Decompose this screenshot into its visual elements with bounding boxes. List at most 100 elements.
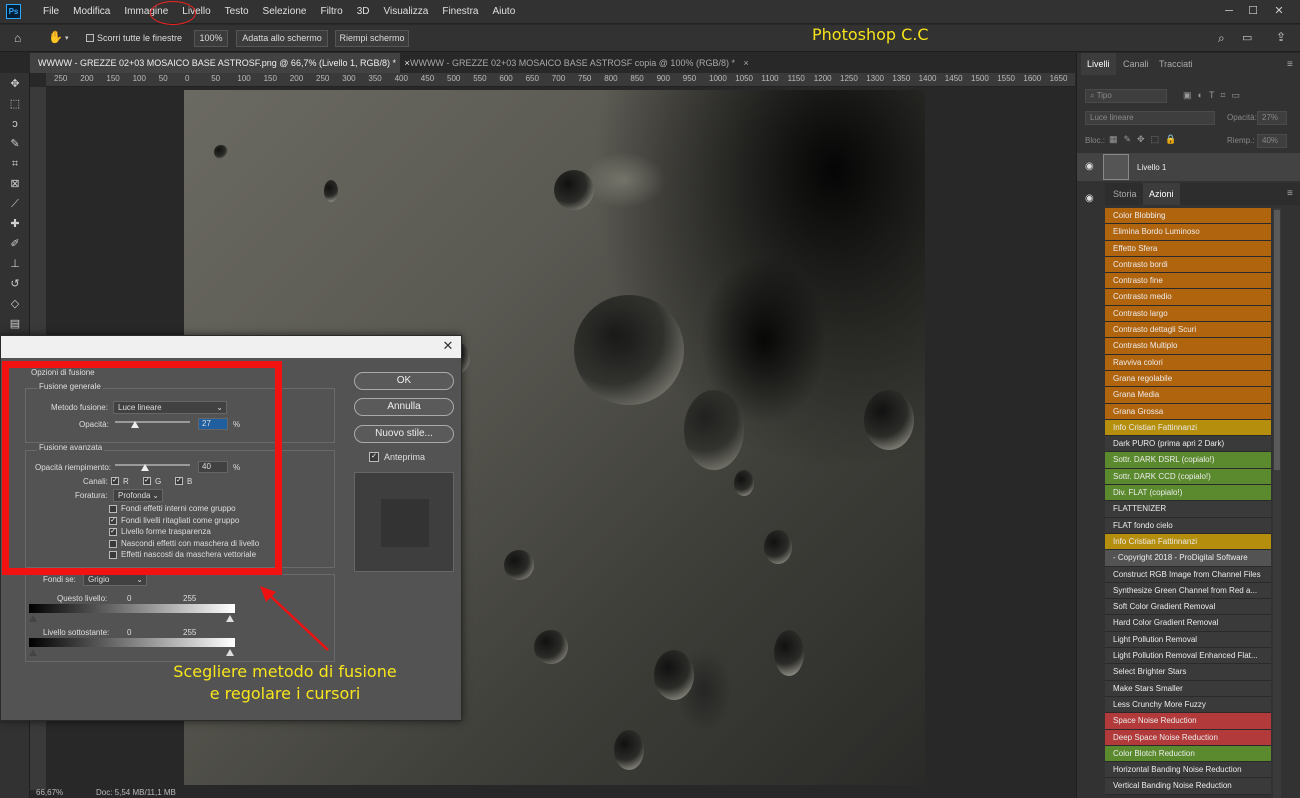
action-item[interactable]: Contrasto medio (1105, 289, 1271, 306)
blend-mode-select[interactable]: Luce lineare (1085, 111, 1215, 125)
action-item[interactable]: FLAT fondo cielo (1105, 517, 1271, 534)
tab-document-1[interactable]: WWWW - GREZZE 02+03 MOSAICO BASE ASTROSF… (30, 53, 410, 73)
maximize-icon[interactable]: ☐ (1242, 2, 1264, 20)
menu-item-finestra[interactable]: Finestra (435, 0, 485, 24)
eraser-tool-icon[interactable]: ◇ (8, 297, 22, 311)
action-item[interactable]: Sottr. DARK DSRL (copialo!) (1105, 452, 1271, 469)
tab-history[interactable]: Storia (1107, 183, 1143, 205)
fit-screen-button[interactable]: Adatta allo schermo (236, 30, 328, 47)
marquee-tool-icon[interactable]: ⬚ (8, 97, 22, 111)
action-item[interactable]: Color Blobbing (1105, 208, 1271, 225)
action-item[interactable]: Contrasto largo (1105, 305, 1271, 323)
panel-menu-icon[interactable]: ≡ (1287, 188, 1293, 199)
search-icon[interactable]: ⌕ (1218, 31, 1225, 46)
tab-layers[interactable]: Livelli (1081, 53, 1116, 75)
layer-kind-filter[interactable]: ⌕ Tipo (1085, 89, 1167, 103)
action-item[interactable]: Light Pollution Removal (1105, 631, 1271, 649)
chevron-down-icon[interactable]: ▾ (65, 34, 69, 42)
menu-item-filtro[interactable]: Filtro (313, 0, 349, 24)
action-item[interactable]: Soft Color Gradient Removal (1105, 599, 1271, 616)
gradient-tool-icon[interactable]: ▤ (8, 317, 22, 331)
action-item[interactable]: Make Stars Smaller (1105, 680, 1271, 697)
action-item[interactable]: Horizontal Banding Noise Reduction (1105, 762, 1271, 779)
action-item[interactable]: Info Cristian Fattinnanzi (1105, 419, 1271, 437)
action-item[interactable]: Contrasto dettagli Scuri (1105, 322, 1271, 339)
action-item[interactable]: Grana Media (1105, 387, 1271, 404)
action-item[interactable]: Effetto Sfera (1105, 240, 1271, 257)
action-item[interactable]: Synthesize Green Channel from Red a... (1105, 582, 1271, 600)
tab-paths[interactable]: Tracciati (1153, 53, 1199, 75)
action-item[interactable]: Color Blotch Reduction (1105, 745, 1271, 763)
menu-item-3d[interactable]: 3D (350, 0, 377, 24)
action-item[interactable]: Space Noise Reduction (1105, 713, 1271, 730)
share-icon[interactable]: ⇪ (1276, 30, 1286, 44)
opacity-field[interactable]: 27% (1257, 111, 1287, 125)
eyedropper-tool-icon[interactable]: ⟋ (8, 197, 22, 211)
action-item[interactable]: Sottr. DARK CCD (copialo!) (1105, 468, 1271, 486)
lasso-tool-icon[interactable]: ↄ (8, 117, 22, 131)
zoom-100-button[interactable]: 100% (194, 30, 228, 47)
panel-menu-icon[interactable]: ≡ (1287, 59, 1293, 70)
scroll-all-checkbox[interactable] (86, 34, 94, 42)
new-style-button[interactable]: Nuovo stile... (354, 425, 454, 443)
quick-select-tool-icon[interactable]: ✎ (8, 137, 22, 151)
lock-icons[interactable]: ▦✎✥⬚🔒 (1109, 134, 1182, 145)
menu-item-selezione[interactable]: Selezione (256, 0, 314, 24)
action-item[interactable]: Light Pollution Removal Enhanced Flat... (1105, 648, 1271, 665)
menu-item-visualizza[interactable]: Visualizza (377, 0, 436, 24)
action-item[interactable]: Contrasto Multiplo (1105, 338, 1271, 355)
action-item[interactable]: Div. FLAT (copialo!) (1105, 485, 1271, 502)
layer-filter-icons[interactable]: ▣◐T⌗▭ (1183, 90, 1246, 101)
tab-channels[interactable]: Canali (1117, 53, 1155, 75)
scrollbar-thumb[interactable] (1274, 210, 1280, 470)
this-layer-white-slider[interactable] (226, 615, 234, 622)
healing-tool-icon[interactable]: ✚ (8, 217, 22, 231)
hand-tool-icon[interactable]: ✋ (48, 30, 64, 46)
brush-tool-icon[interactable]: ✐ (8, 237, 22, 251)
tab-close-icon[interactable]: × (743, 58, 748, 68)
home-icon[interactable]: ⌂ (14, 31, 28, 45)
history-brush-icon[interactable]: ↺ (8, 277, 22, 291)
stamp-tool-icon[interactable]: ⊥ (8, 257, 22, 271)
cancel-button[interactable]: Annulla (354, 398, 454, 416)
menu-item-testo[interactable]: Testo (218, 0, 256, 24)
eye-icon[interactable]: ◉ (1085, 193, 1094, 204)
action-item[interactable]: - Copyright 2018 - ProDigital Software (1105, 550, 1271, 567)
action-item[interactable]: Deep Space Noise Reduction (1105, 729, 1271, 746)
eye-icon[interactable]: ◉ (1085, 161, 1094, 172)
layer-row[interactable]: ◉ Livello 1 (1077, 153, 1300, 181)
close-icon[interactable]: ✕ (441, 339, 455, 353)
action-item[interactable]: Less Crunchy More Fuzzy (1105, 696, 1271, 714)
frame-tool-icon[interactable]: ⊠ (8, 177, 22, 191)
ok-button[interactable]: OK (354, 372, 454, 390)
fill-field[interactable]: 40% (1257, 134, 1287, 148)
action-item[interactable]: Select Brighter Stars (1105, 664, 1271, 681)
this-layer-black-slider[interactable] (29, 615, 37, 622)
menu-item-modifica[interactable]: Modifica (66, 0, 117, 24)
action-item[interactable]: Elimina Bordo Luminoso (1105, 224, 1271, 241)
action-item[interactable]: Contrasto fine (1105, 273, 1271, 290)
underlying-black-slider[interactable] (29, 649, 37, 656)
action-item[interactable]: Dark PURO (prima apri 2 Dark) (1105, 436, 1271, 453)
menu-item-file[interactable]: File (36, 0, 66, 24)
underlying-white-slider[interactable] (226, 649, 234, 656)
tab-document-2[interactable]: WWWW - GREZZE 02+03 MOSAICO BASE ASTROSF… (402, 53, 749, 73)
tab-actions[interactable]: Azioni (1143, 183, 1180, 205)
action-item[interactable]: Hard Color Gradient Removal (1105, 615, 1271, 632)
action-item[interactable]: Contrasto bordi (1105, 256, 1271, 274)
action-item[interactable]: Grana Grossa (1105, 403, 1271, 420)
action-item[interactable]: FLATTENIZER (1105, 501, 1271, 518)
actions-scrollbar[interactable] (1273, 208, 1281, 798)
crop-tool-icon[interactable]: ⌗ (8, 157, 22, 171)
action-item[interactable]: Construct RGB Image from Channel Files (1105, 566, 1271, 583)
fill-screen-button[interactable]: Riempi schermo (335, 30, 409, 47)
minimize-icon[interactable]: ─ (1218, 2, 1240, 20)
preview-checkbox[interactable]: ✓ (369, 452, 379, 462)
action-item[interactable]: Vertical Banding Noise Reduction (1105, 778, 1271, 795)
close-window-icon[interactable]: ✕ (1268, 2, 1290, 20)
workspace-icon[interactable]: ▭ (1242, 31, 1252, 44)
move-tool-icon[interactable]: ✥ (8, 77, 22, 91)
menu-item-aiuto[interactable]: Aiuto (485, 0, 522, 24)
action-item[interactable]: Grana regolabile (1105, 370, 1271, 388)
action-item[interactable]: Ravviva colori (1105, 354, 1271, 371)
